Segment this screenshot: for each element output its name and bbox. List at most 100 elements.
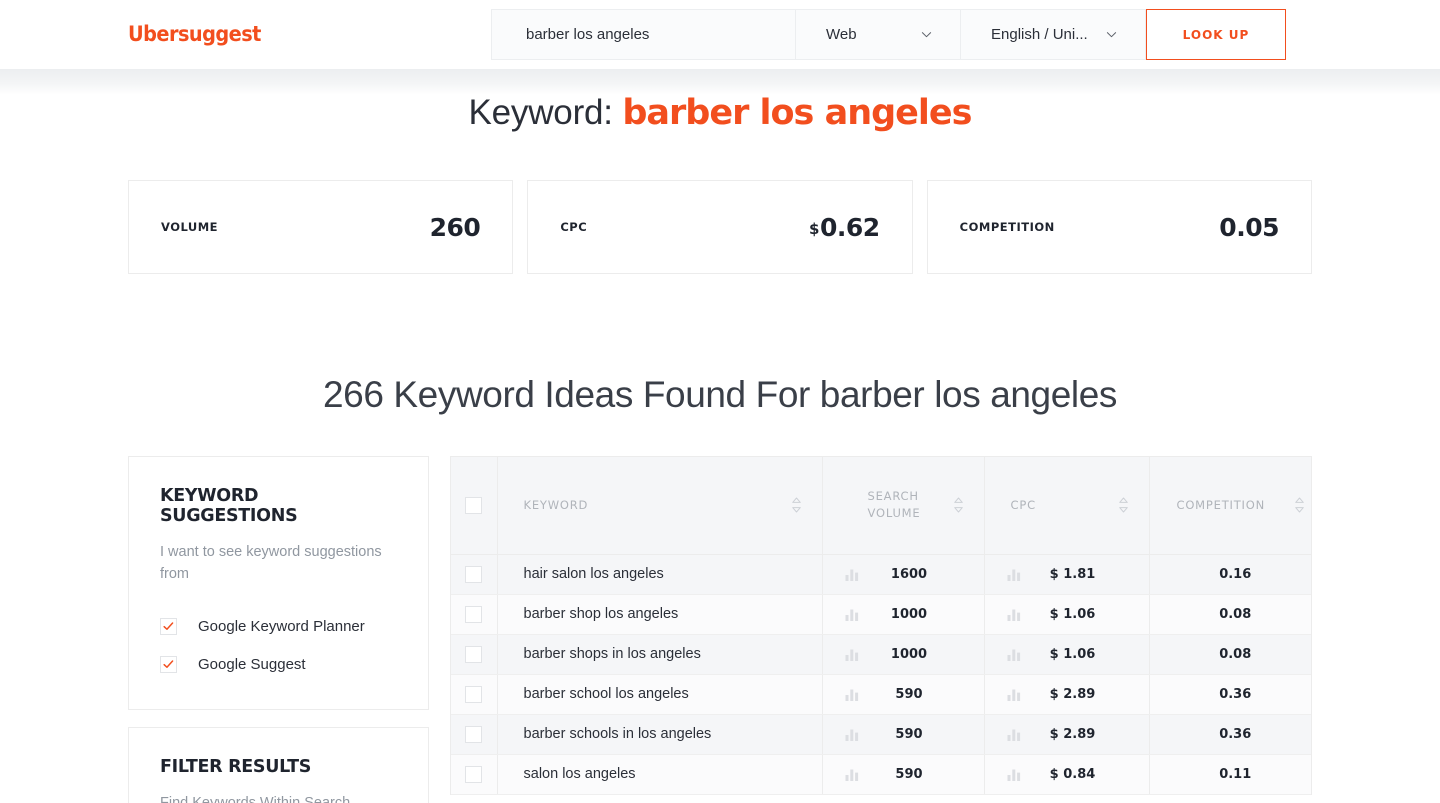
bar-chart-icon <box>1007 648 1021 661</box>
select-all-checkbox[interactable] <box>465 496 483 514</box>
row-select-cell <box>451 714 498 755</box>
cell-search-volume: 1000 <box>822 634 985 675</box>
metric-label: CPC <box>560 220 588 234</box>
column-header-search-volume[interactable]: SEARCH VOLUME <box>822 457 985 555</box>
results-section: KEYWORD SUGGESTIONS I want to see keywor… <box>128 456 1312 803</box>
cell-search-volume: 590 <box>822 714 985 755</box>
language-select[interactable]: English / Uni... <box>961 9 1146 60</box>
cpc-value: $ 0.84 <box>1049 766 1096 782</box>
metric-card-cpc: CPC $0.62 <box>527 180 913 274</box>
filter-results-panel: FILTER RESULTS Find Keywords Within Sear… <box>128 727 429 803</box>
currency-symbol: $ <box>809 219 819 238</box>
panel-title: FILTER RESULTS <box>160 757 312 777</box>
cell-competition: 0.08 <box>1149 634 1311 675</box>
cpc-value: $ 1.06 <box>1049 646 1096 662</box>
row-select-cell <box>451 554 498 595</box>
column-label: SEARCH VOLUME <box>868 488 921 522</box>
competition-value: 0.16 <box>1219 566 1252 582</box>
search-input[interactable] <box>526 26 795 43</box>
search-cluster: Web English / Uni... LOOK UP <box>491 9 1286 60</box>
checkbox-row-google-suggest[interactable]: Google Suggest <box>160 645 397 683</box>
bar-chart-icon <box>1007 728 1021 741</box>
cell-competition: 0.11 <box>1149 754 1311 795</box>
checkbox-label: Google Keyword Planner <box>198 617 365 635</box>
metric-number: 260 <box>429 212 481 242</box>
table-row[interactable]: barber school los angeles 590 $ 2.89 0.36 <box>451 674 1311 715</box>
cell-competition: 0.08 <box>1149 594 1311 635</box>
language-select-value: English / Uni... <box>991 26 1088 43</box>
check-icon <box>163 659 174 668</box>
suggestion-source-list: Google Keyword Planner Google Suggest <box>160 607 397 683</box>
cell-keyword: barber schools in los angeles <box>497 714 823 755</box>
metric-value: $0.62 <box>809 213 880 242</box>
row-checkbox[interactable] <box>465 605 483 623</box>
search-volume-value: 1600 <box>890 566 928 582</box>
bar-chart-icon <box>1007 568 1021 581</box>
sort-updown-icon[interactable] <box>1118 496 1129 514</box>
metric-label: VOLUME <box>161 220 219 234</box>
look-up-button[interactable]: LOOK UP <box>1146 9 1286 60</box>
bar-chart-icon <box>1007 608 1021 621</box>
column-label-line1: SEARCH <box>867 489 919 504</box>
table-row[interactable]: barber schools in los angeles 590 $ 2.89 0.… <box>451 714 1311 755</box>
table-row[interactable]: hair salon los angeles 1600 $ 1.81 0.16 <box>451 554 1311 595</box>
cell-search-volume: 1600 <box>822 554 985 595</box>
metric-cards: VOLUME 260 CPC $0.62 COMPETITION 0.05 <box>128 180 1312 274</box>
metric-card-competition: COMPETITION 0.05 <box>926 180 1312 274</box>
table-row[interactable]: salon los angeles 590 $ 0.84 0.11 <box>451 754 1311 795</box>
cell-keyword: hair salon los angeles <box>497 554 823 595</box>
row-select-cell <box>451 634 498 675</box>
row-checkbox[interactable] <box>465 725 483 743</box>
cell-search-volume: 1000 <box>822 594 985 635</box>
checkbox-google-keyword-planner[interactable] <box>160 617 177 635</box>
metric-label: COMPETITION <box>959 220 1055 234</box>
row-select-cell <box>451 754 498 795</box>
competition-value: 0.08 <box>1219 606 1252 622</box>
network-select[interactable]: Web <box>796 9 961 60</box>
cell-cpc: $ 1.81 <box>984 554 1150 595</box>
panel-subtitle: Find Keywords Within Search Results <box>160 795 351 803</box>
metric-number: 0.62 <box>819 212 880 242</box>
cpc-value: $ 1.81 <box>1049 566 1096 582</box>
sort-updown-icon[interactable] <box>953 496 964 514</box>
bar-chart-icon <box>845 568 859 581</box>
checkbox-google-suggest[interactable] <box>160 655 177 673</box>
cell-cpc: $ 2.89 <box>984 714 1150 755</box>
column-header-competition[interactable]: COMPETITION <box>1149 457 1311 555</box>
keyword-ideas-heading: 266 Keyword Ideas Found For barber los a… <box>322 374 1118 415</box>
bar-chart-icon <box>845 688 859 701</box>
metric-card-volume: VOLUME 260 <box>128 180 514 274</box>
filters-sidebar: KEYWORD SUGGESTIONS I want to see keywor… <box>128 456 429 803</box>
cpc-value: $ 2.89 <box>1049 686 1096 702</box>
row-checkbox[interactable] <box>465 765 483 783</box>
bar-chart-icon <box>845 728 859 741</box>
sort-updown-icon[interactable] <box>1294 496 1305 514</box>
row-checkbox[interactable] <box>465 685 483 703</box>
search-volume-value: 590 <box>895 686 923 702</box>
chevron-down-icon <box>1106 29 1117 40</box>
keyword-search-field[interactable] <box>491 9 796 60</box>
table-header-row: KEYWORD SEARCH VOLUME CPC COMPETITION <box>451 457 1311 555</box>
sort-updown-icon[interactable] <box>791 496 802 514</box>
cell-competition: 0.16 <box>1149 554 1311 595</box>
panel-subtitle: I want to see keyword suggestions from <box>160 544 382 582</box>
column-header-cpc[interactable]: CPC <box>984 457 1150 555</box>
cpc-value: $ 1.06 <box>1049 606 1096 622</box>
row-checkbox[interactable] <box>465 565 483 583</box>
cpc-value: $ 2.89 <box>1049 726 1096 742</box>
row-checkbox[interactable] <box>465 645 483 663</box>
panel-title: KEYWORD SUGGESTIONS <box>160 486 298 526</box>
cell-competition: 0.36 <box>1149 674 1311 715</box>
checkbox-row-google-keyword-planner[interactable]: Google Keyword Planner <box>160 607 397 645</box>
row-select-cell <box>451 594 498 635</box>
header-divider <box>0 69 1440 95</box>
keyword-results-table: KEYWORD SEARCH VOLUME CPC COMPETITION ha… <box>450 456 1312 795</box>
cell-search-volume: 590 <box>822 674 985 715</box>
bar-chart-icon <box>845 648 859 661</box>
cell-cpc: $ 2.89 <box>984 674 1150 715</box>
ubersuggest-logo[interactable]: Ubersuggest <box>128 22 261 46</box>
table-row[interactable]: barber shop los angeles 1000 $ 1.06 0.08 <box>451 594 1311 635</box>
table-row[interactable]: barber shops in los angeles 1000 $ 1.06 0.0… <box>451 634 1311 675</box>
column-header-keyword[interactable]: KEYWORD <box>497 457 823 555</box>
search-volume-value: 1000 <box>890 646 928 662</box>
